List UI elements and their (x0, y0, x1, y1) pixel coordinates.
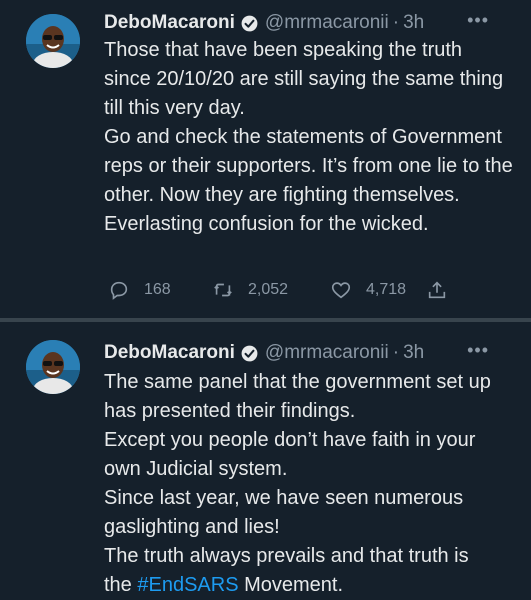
timestamp[interactable]: 3h (403, 12, 424, 34)
tweet-2[interactable]: DeboMacaroni @mrmacaronii · 3h ••• The s… (0, 322, 531, 599)
tweet-text: The same panel that the government set u… (104, 368, 514, 600)
more-icon[interactable]: ••• (467, 10, 489, 31)
avatar[interactable] (26, 340, 80, 394)
author-name[interactable]: DeboMacaroni (104, 342, 235, 364)
tweet-header: DeboMacaroni @mrmacaronii · 3h ••• (104, 340, 517, 366)
tweet-header: DeboMacaroni @mrmacaronii · 3h ••• (104, 10, 517, 36)
verified-badge-icon (241, 15, 258, 31)
line-suffix: Movement. (238, 574, 344, 596)
tweet-line: Everlasting confusion for the wicked. (104, 213, 429, 235)
retweet-count: 2,052 (248, 281, 289, 298)
tweet-line: The same panel that the government set u… (104, 371, 491, 422)
author-handle[interactable]: @mrmacaronii (265, 342, 389, 364)
author-name[interactable]: DeboMacaroni (104, 12, 235, 34)
timestamp[interactable]: 3h (403, 342, 424, 364)
reply-count: 168 (144, 281, 171, 298)
avatar[interactable] (26, 14, 80, 68)
more-icon[interactable]: ••• (467, 340, 489, 361)
tweet-line: Except you people don’t have faith in yo… (104, 429, 476, 480)
like-button[interactable]: 4,718 (330, 279, 426, 301)
tweet-line: The truth always prevails and that truth… (104, 545, 469, 567)
tweet-text: Those that have been speaking the truth … (104, 36, 514, 239)
tweet-line: Go and check the statements of Governmen… (104, 126, 513, 206)
tweet-line: Since last year, we have seen numerous g… (104, 487, 464, 538)
line-prefix: the (104, 574, 138, 596)
like-count: 4,718 (366, 281, 407, 298)
tweet-1[interactable]: DeboMacaroni @mrmacaronii · 3h ••• Those… (0, 0, 531, 320)
separator: · (392, 342, 400, 363)
tweet-line-last: the #EndSARS Movement. (104, 571, 514, 600)
verified-badge-icon (241, 345, 258, 361)
reply-icon (110, 281, 128, 300)
retweet-button[interactable]: 2,052 (212, 279, 330, 301)
share-button[interactable] (426, 279, 448, 301)
tweet-actions: 168 2,052 4,718 (108, 276, 448, 304)
separator: · (392, 12, 400, 33)
like-icon (331, 282, 351, 299)
author-handle[interactable]: @mrmacaronii (265, 12, 389, 34)
reply-button[interactable]: 168 (108, 279, 212, 301)
hashtag-link[interactable]: #EndSARS (137, 574, 238, 596)
share-icon (428, 281, 446, 299)
retweet-icon (214, 283, 232, 297)
tweet-line: Those that have been speaking the truth … (104, 39, 504, 119)
